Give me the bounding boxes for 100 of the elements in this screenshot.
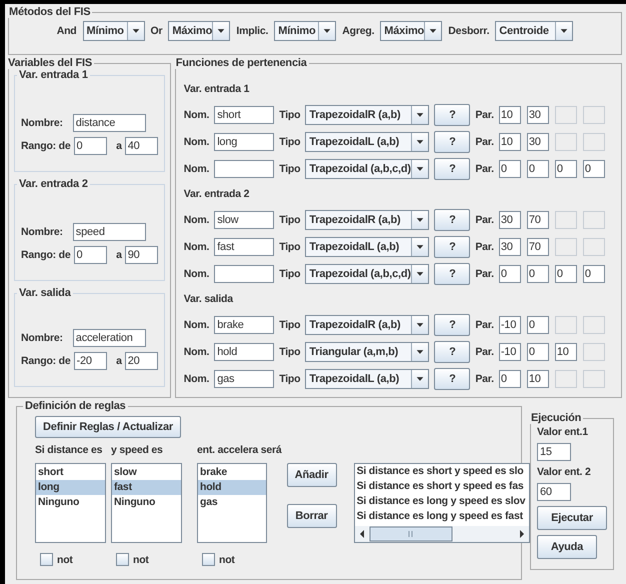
dropdown[interactable]: TrapezoidalL (a,b) (305, 368, 430, 388)
parameter-field[interactable]: 70 (526, 210, 549, 228)
dropdown[interactable]: Máximo (380, 21, 442, 41)
parameter-field[interactable]: -10 (498, 316, 521, 334)
dropdown[interactable]: TrapezoidalR (a,b) (305, 210, 430, 230)
checkbox[interactable] (40, 553, 53, 566)
parameter-field[interactable]: 70 (526, 238, 549, 256)
list-item[interactable]: Ninguno (36, 495, 105, 510)
list-item[interactable]: Ninguno (112, 495, 181, 510)
value-field[interactable]: 60 (537, 483, 571, 501)
name-field[interactable]: long (214, 132, 274, 150)
parameter-field[interactable]: 30 (498, 238, 521, 256)
range-to-field[interactable]: 20 (124, 352, 158, 370)
field-label: Implic. (236, 25, 268, 37)
name-field[interactable]: acceleration (72, 329, 146, 347)
parameter-field[interactable]: 0 (554, 160, 577, 178)
name-field[interactable]: speed (72, 223, 146, 241)
help-button[interactable]: ? (434, 368, 470, 390)
parameter-field[interactable]: 0 (498, 264, 521, 282)
help-button[interactable]: ? (434, 158, 470, 180)
caret-icon (411, 160, 428, 178)
field-label: Tipo (279, 372, 300, 384)
help-button[interactable]: ? (434, 236, 470, 258)
parameter-field[interactable]: 10 (498, 132, 521, 150)
parameter-field[interactable]: 30 (526, 106, 549, 124)
parameter-field[interactable]: 0 (582, 160, 605, 178)
range-from-field[interactable]: 0 (74, 137, 107, 155)
rule-item[interactable]: Si distance es long y speed es fast (354, 509, 529, 524)
dropdown[interactable]: TrapezoidalL (a,b) (305, 132, 430, 152)
name-field[interactable]: short (214, 106, 274, 124)
list-item[interactable]: short (36, 465, 105, 480)
name-field[interactable]: distance (72, 114, 146, 132)
value-field[interactable]: 15 (537, 443, 571, 461)
parameter-field[interactable]: -10 (498, 342, 521, 360)
dropdown[interactable]: TrapezoidalR (a,b) (305, 104, 430, 124)
dropdown[interactable]: Trapezoidal (a,b,c,d) (305, 158, 430, 178)
parameter-field[interactable]: 0 (526, 160, 549, 178)
name-field[interactable]: gas (214, 370, 274, 388)
run-button[interactable]: Ejecutar (537, 506, 607, 530)
parameter-field[interactable]: 0 (526, 264, 549, 282)
rule-item[interactable]: Si distance es long y speed es slov (354, 494, 529, 509)
parameter-field[interactable]: 0 (526, 316, 549, 334)
add-button[interactable]: Añadir (286, 463, 337, 487)
rule-item[interactable]: Si distance es short y speed es fas (354, 479, 529, 494)
list-item[interactable]: hold (198, 480, 266, 495)
range-from-field[interactable]: -20 (74, 352, 107, 370)
dropdown[interactable]: Mínimo (82, 21, 145, 41)
list-item[interactable]: gas (198, 495, 266, 510)
parameter-field[interactable]: 0 (554, 264, 577, 282)
horizontal-scrollbar[interactable] (354, 526, 529, 542)
range-from-field[interactable]: 0 (74, 246, 107, 264)
dropdown[interactable]: TrapezoidalL (a,b) (305, 236, 430, 256)
range-to-field[interactable]: 90 (124, 246, 158, 264)
parameter-field[interactable]: 10 (526, 370, 549, 388)
dropdown[interactable]: Triangular (a,m,b) (305, 342, 430, 362)
parameter-field[interactable]: 30 (498, 210, 521, 228)
help-button[interactable]: ? (434, 314, 470, 336)
dropdown[interactable]: TrapezoidalR (a,b) (305, 314, 430, 334)
parameter-field[interactable]: 0 (582, 264, 605, 282)
field-label: Par. (475, 318, 494, 330)
help-button[interactable]: ? (434, 340, 470, 362)
parameter-field[interactable]: 0 (498, 160, 521, 178)
dropdown[interactable]: Trapezoidal (a,b,c,d) (305, 264, 430, 284)
list-item[interactable]: slow (112, 465, 181, 480)
field-label: Or (150, 25, 162, 37)
parameter-field[interactable]: 30 (526, 132, 549, 150)
checkbox-label: not (133, 554, 149, 566)
help-button[interactable]: ? (434, 262, 470, 284)
list-item[interactable]: brake (198, 465, 266, 480)
range-to-field[interactable]: 40 (124, 137, 158, 155)
group-title: Var. entrada 2 (18, 178, 89, 190)
dropdown[interactable]: Máximo (168, 21, 230, 41)
parameter-field[interactable]: 10 (554, 342, 577, 360)
name-field[interactable]: hold (214, 342, 274, 360)
define-rules-button[interactable]: Definir Reglas / Actualizar (35, 416, 181, 438)
caret-icon (411, 106, 428, 124)
name-field[interactable] (214, 264, 274, 282)
list-item[interactable]: fast (112, 480, 181, 495)
help-button[interactable]: ? (434, 130, 470, 152)
dropdown[interactable]: Mínimo (274, 21, 336, 41)
name-field[interactable]: brake (214, 316, 274, 334)
help-button[interactable]: ? (434, 208, 470, 230)
field-label: Par. (475, 372, 494, 384)
caret-icon (126, 22, 144, 40)
field-label: Tipo (279, 162, 300, 174)
rule-item[interactable]: Si distance es short y speed es slo (354, 464, 529, 479)
dropdown[interactable]: Centroide (495, 21, 574, 41)
parameter-field[interactable]: 0 (498, 370, 521, 388)
help-button[interactable]: Ayuda (537, 535, 597, 559)
name-field[interactable] (214, 160, 274, 178)
name-field[interactable]: fast (214, 238, 274, 256)
checkbox[interactable] (116, 553, 129, 566)
help-button[interactable]: ? (434, 104, 470, 126)
checkbox[interactable] (202, 553, 215, 566)
parameter-field[interactable]: 0 (526, 342, 549, 360)
name-field[interactable]: slow (214, 210, 274, 228)
delete-button[interactable]: Borrar (286, 504, 337, 528)
list-item[interactable]: long (36, 480, 105, 495)
parameter-field[interactable]: 10 (498, 106, 521, 124)
caret-icon (411, 342, 428, 360)
